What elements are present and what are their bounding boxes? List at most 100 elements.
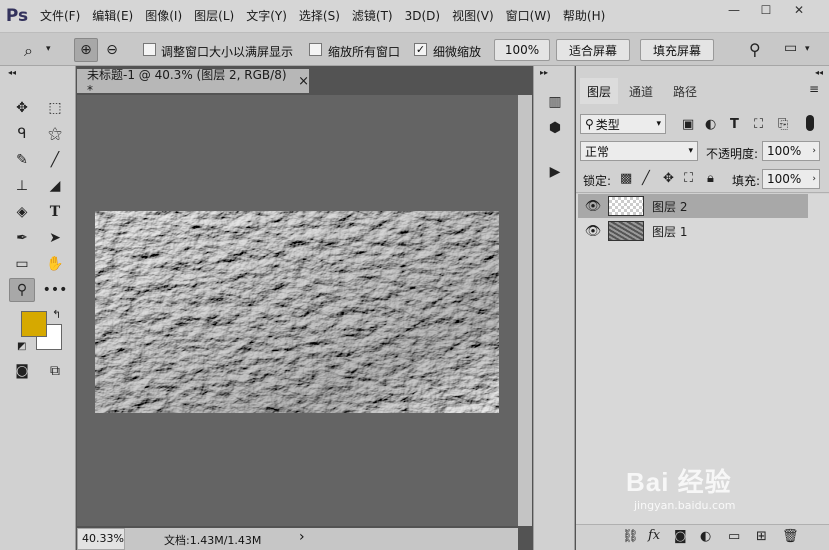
collapse-strip-icon[interactable]: ▸▸ [540, 68, 548, 77]
close-tab-icon[interactable]: × [298, 74, 309, 89]
document-tab[interactable]: 未标题-1 @ 40.3% (图层 2, RGB/8) * × [77, 68, 309, 97]
menu-item[interactable]: 文件(F) [34, 0, 86, 32]
magic-wand-icon[interactable]: ⚝ [42, 122, 68, 146]
document-image[interactable] [95, 211, 499, 413]
menu-item[interactable]: 选择(S) [293, 0, 346, 32]
resize-windows-checkbox[interactable] [143, 43, 156, 56]
pen-icon[interactable]: ✒ [9, 226, 35, 250]
link-icon[interactable]: ⛓ [622, 529, 639, 544]
zoom-icon[interactable]: ⚲ [9, 278, 35, 302]
menu-item[interactable]: 图像(I) [139, 0, 188, 32]
opacity-value: 100% [767, 144, 802, 158]
fx-icon[interactable]: fx [648, 528, 660, 543]
canvas-area[interactable] [77, 95, 518, 526]
screen-mode-icon[interactable]: ⧉ [42, 359, 68, 383]
layer-name[interactable]: 图层 2 [652, 198, 687, 215]
trash-icon[interactable]: 🗑︎ [782, 529, 799, 544]
tab-paths[interactable]: 路径 [666, 78, 704, 104]
layer-row-2[interactable]: 👁︎ 图层 2 [578, 194, 808, 218]
workspace-icon[interactable]: ▭ [784, 40, 797, 56]
lock-artboard-icon[interactable]: ⛶ [684, 171, 693, 186]
panel-menu-icon[interactable]: ≡ [809, 82, 819, 96]
menu-items: 文件(F) 编辑(E) 图像(I) 图层(L) 文字(Y) 选择(S) 滤镜(T) 3D(D)… [34, 0, 611, 32]
layer-row-1[interactable]: 👁︎ 图层 1 [578, 219, 808, 243]
more-icon[interactable]: ••• [42, 278, 68, 302]
swap-colors-icon[interactable]: ↰ [52, 308, 61, 321]
lasso-icon[interactable]: ᑫ [9, 122, 35, 146]
move-tool-icon[interactable]: ✥ [9, 96, 35, 120]
path-select-icon[interactable]: ➤ [42, 226, 68, 250]
tab-layers[interactable]: 图层 [580, 78, 618, 104]
brush-icon[interactable]: ╱ [42, 148, 68, 172]
type-icon[interactable]: T [42, 200, 68, 224]
menu-item[interactable]: 视图(V) [446, 0, 500, 32]
lock-all-icon[interactable]: 🔒︎ [707, 171, 714, 186]
filter-smart-object-icon[interactable]: ⎘ [778, 117, 788, 132]
eye-icon[interactable]: 👁︎ [578, 199, 608, 214]
menu-item[interactable]: 3D(D) [399, 0, 446, 32]
marquee-icon[interactable]: ⬚ [42, 96, 68, 120]
lock-transparent-icon[interactable]: ▩ [620, 171, 632, 186]
layer-name[interactable]: 图层 1 [652, 223, 687, 240]
search-icon[interactable]: ⚲ [749, 40, 761, 59]
hand-icon[interactable]: ✋ [42, 252, 68, 276]
tab-channels[interactable]: 通道 [622, 78, 660, 104]
layer-thumbnail [608, 221, 644, 241]
minimize-button[interactable]: — [718, 0, 750, 20]
close-button[interactable]: ✕ [783, 0, 815, 20]
maximize-button[interactable]: ☐ [750, 0, 782, 20]
opacity-input[interactable]: 100% › [762, 141, 820, 161]
3d-panel-icon[interactable]: ⬢ [542, 116, 568, 140]
fill-value: 100% [767, 172, 802, 186]
filter-type-icon[interactable]: T [730, 117, 739, 132]
filter-shape-icon[interactable]: ⛶ [754, 117, 763, 132]
scrubby-zoom-checkbox[interactable]: ✓ [414, 43, 427, 56]
menu-item[interactable]: 滤镜(T) [346, 0, 399, 32]
collapse-tools-icon[interactable]: ◂◂ [8, 68, 16, 77]
mask-icon[interactable]: ◙ [674, 529, 687, 544]
menu-item[interactable]: 文字(Y) [240, 0, 293, 32]
rectangle-icon[interactable]: ▭ [9, 252, 35, 276]
lock-image-icon[interactable]: ╱ [642, 171, 650, 186]
fill-label: 填充: [732, 174, 761, 188]
blend-mode-select[interactable]: 正常 ▾ [580, 141, 698, 161]
adjustment-icon[interactable]: ◐ [700, 529, 711, 544]
eyedropper-icon[interactable]: ✎ [9, 148, 35, 172]
zoom-out-icon[interactable]: ⊖ [100, 38, 124, 62]
collapse-panel-icon[interactable]: ◂◂ [815, 68, 823, 77]
fill-screen-button[interactable]: 填充屏幕 [640, 39, 714, 61]
default-colors-icon[interactable]: ◩ [17, 341, 26, 352]
quick-mask-icon[interactable]: ◙ [9, 359, 35, 383]
vertical-scrollbar[interactable] [518, 95, 532, 526]
foreground-color-swatch[interactable] [21, 311, 47, 337]
menu-item[interactable]: 编辑(E) [86, 0, 139, 32]
eraser-icon[interactable]: ◢ [42, 174, 68, 198]
eye-icon[interactable]: 👁︎ [578, 224, 608, 239]
filter-pixel-icon[interactable]: ▣ [682, 117, 694, 132]
menu-item[interactable]: 帮助(H) [557, 0, 611, 32]
status-arrow-icon[interactable]: › [299, 529, 305, 545]
group-icon[interactable]: ▭ [728, 529, 740, 544]
fit-screen-button[interactable]: 适合屏幕 [556, 39, 630, 61]
zoom-100-button[interactable]: 100% [494, 39, 550, 61]
filter-kind-select[interactable]: ⚲ 类型 ▾ [580, 114, 666, 134]
lock-position-icon[interactable]: ✥ [663, 171, 674, 186]
filter-search-icon: ⚲ [585, 117, 594, 131]
actions-play-icon[interactable]: ▶ [542, 160, 568, 184]
zoom-in-icon[interactable]: ⊕ [74, 38, 98, 62]
bucket-icon[interactable]: ◈ [9, 200, 35, 224]
menu-item[interactable]: 图层(L) [188, 0, 240, 32]
stamp-icon[interactable]: ⊥ [9, 174, 35, 198]
new-layer-icon[interactable]: ⊞ [756, 529, 767, 544]
fill-input[interactable]: 100% › [762, 169, 820, 189]
filter-adjustment-icon[interactable]: ◐ [705, 117, 716, 132]
history-panel-icon[interactable]: ▥ [542, 90, 568, 114]
zoom-tool-icon[interactable]: ⌕ [24, 41, 33, 61]
filter-toggle-icon[interactable] [806, 115, 814, 131]
menu-item[interactable]: 窗口(W) [500, 0, 557, 32]
workspace-chevron-icon[interactable]: ▾ [805, 44, 810, 54]
tool-preset-chevron-icon[interactable]: ▾ [46, 44, 51, 54]
zoom-status-field[interactable]: 40.33% [77, 528, 125, 550]
status-bar: 40.33% 文档:1.43M/1.43M › [77, 528, 518, 550]
zoom-all-checkbox[interactable] [309, 43, 322, 56]
